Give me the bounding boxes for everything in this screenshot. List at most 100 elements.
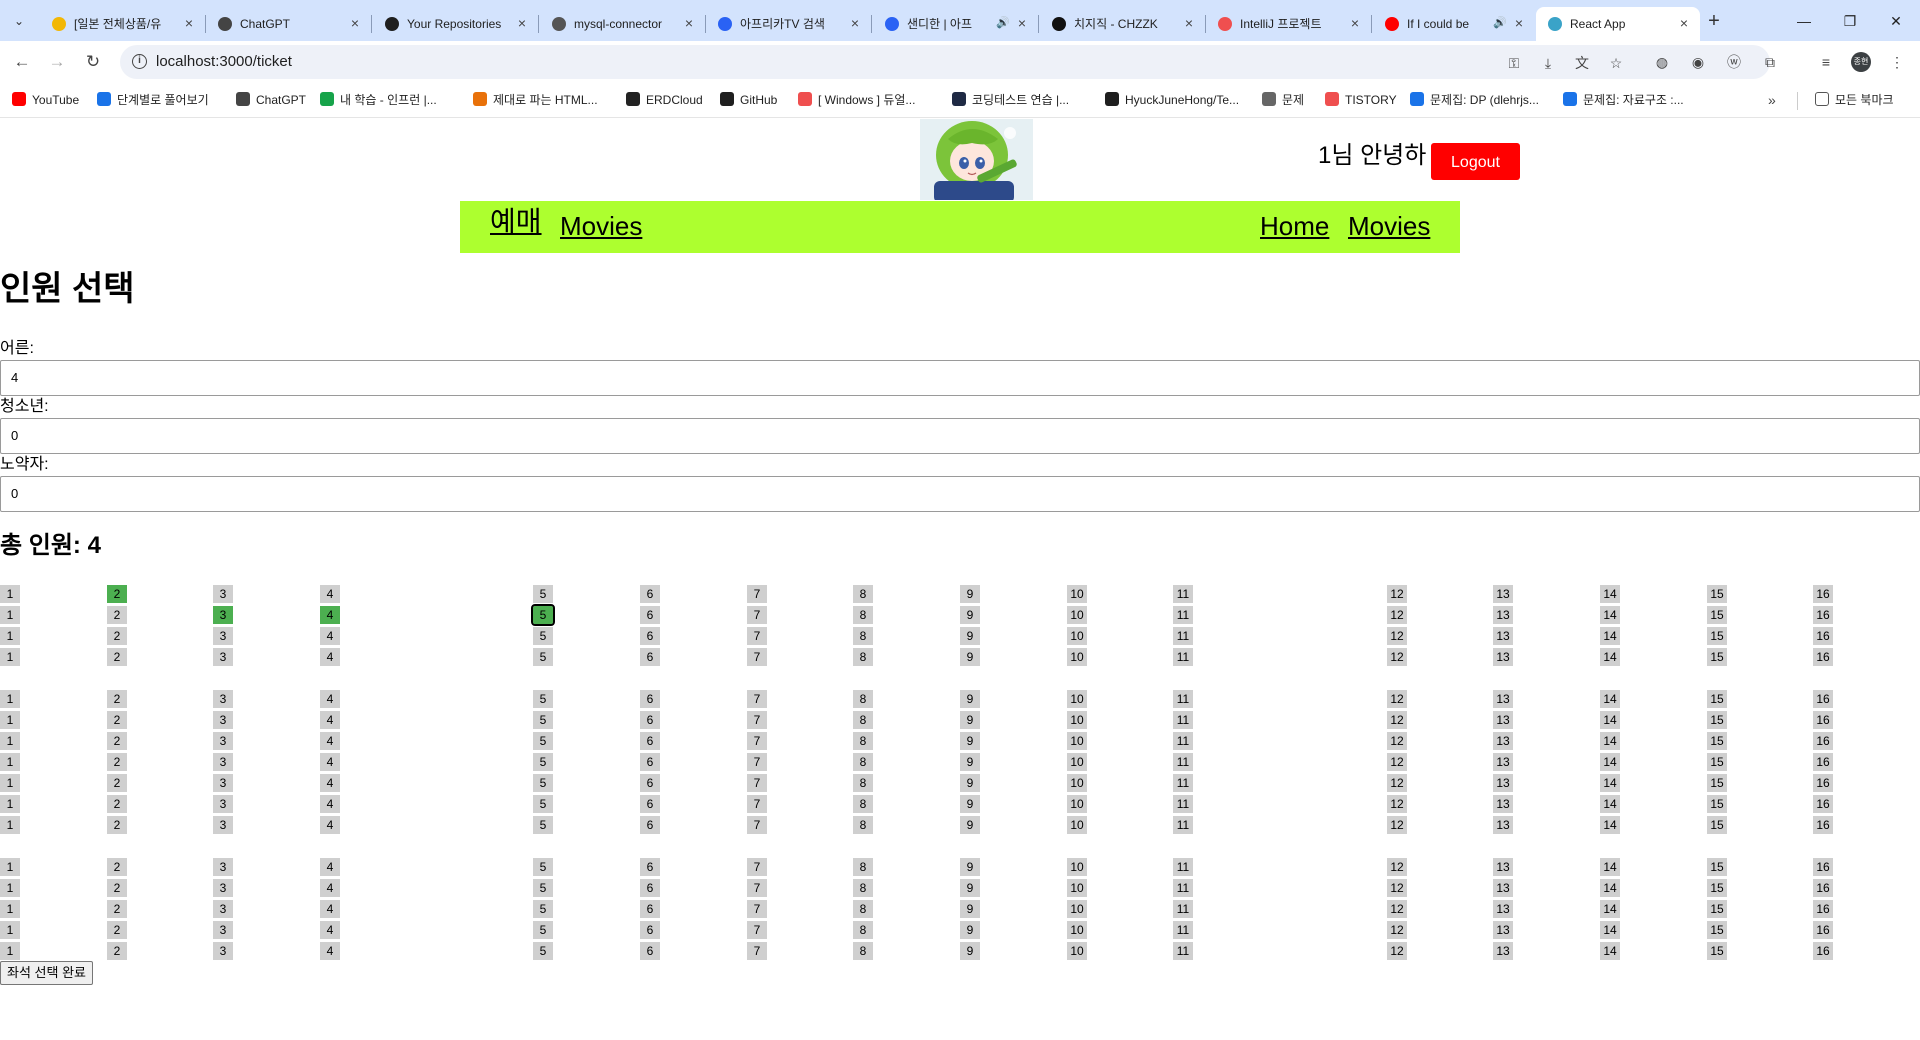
seat-button[interactable]: 2 bbox=[107, 711, 127, 729]
seat-button[interactable]: 14 bbox=[1600, 732, 1620, 750]
seat-button[interactable]: 12 bbox=[1387, 900, 1407, 918]
seat-button[interactable]: 16 bbox=[1813, 732, 1833, 750]
seat-button[interactable]: 5 bbox=[533, 648, 553, 666]
seat-button[interactable]: 2 bbox=[107, 858, 127, 876]
seat-button[interactable]: 1 bbox=[0, 795, 20, 813]
seat-button[interactable]: 15 bbox=[1707, 858, 1727, 876]
minimize-button[interactable]: — bbox=[1781, 8, 1827, 34]
seat-button[interactable]: 5 bbox=[531, 604, 555, 626]
seat-button[interactable]: 10 bbox=[1067, 921, 1087, 939]
seat-button[interactable]: 3 bbox=[213, 627, 233, 645]
bookmark-item[interactable]: 문제집: 자료구조 :... bbox=[1563, 90, 1684, 110]
seat-button[interactable]: 11 bbox=[1173, 648, 1193, 666]
seat-button[interactable]: 4 bbox=[320, 879, 340, 897]
seat-button[interactable]: 12 bbox=[1387, 606, 1407, 624]
forward-button[interactable]: → bbox=[44, 49, 70, 75]
seat-button[interactable]: 12 bbox=[1387, 711, 1407, 729]
seat-button[interactable]: 1 bbox=[0, 753, 20, 771]
globe-extension-icon[interactable]: ◍ bbox=[1652, 52, 1672, 72]
seat-button[interactable]: 3 bbox=[213, 690, 233, 708]
seat-button[interactable]: 15 bbox=[1707, 606, 1727, 624]
seat-button[interactable]: 10 bbox=[1067, 858, 1087, 876]
seat-button[interactable]: 6 bbox=[640, 900, 660, 918]
seat-button[interactable]: 4 bbox=[320, 942, 340, 960]
tab-close-icon[interactable]: × bbox=[681, 15, 697, 31]
seat-button[interactable]: 5 bbox=[533, 753, 553, 771]
seat-button[interactable]: 15 bbox=[1707, 774, 1727, 792]
seat-button[interactable]: 11 bbox=[1173, 753, 1193, 771]
seat-button[interactable]: 11 bbox=[1173, 690, 1193, 708]
browser-tab[interactable]: ChatGPT × bbox=[206, 7, 371, 41]
seat-button[interactable]: 12 bbox=[1387, 774, 1407, 792]
seat-button[interactable]: 15 bbox=[1707, 711, 1727, 729]
seat-button[interactable]: 9 bbox=[960, 753, 980, 771]
seat-button[interactable]: 9 bbox=[960, 795, 980, 813]
seat-button[interactable]: 7 bbox=[747, 816, 767, 834]
seat-button[interactable]: 12 bbox=[1387, 816, 1407, 834]
tab-close-icon[interactable]: × bbox=[847, 15, 863, 31]
seat-button[interactable]: 16 bbox=[1813, 816, 1833, 834]
tab-close-icon[interactable]: × bbox=[1181, 15, 1197, 31]
seat-button[interactable]: 7 bbox=[747, 585, 767, 603]
seat-button[interactable]: 14 bbox=[1600, 753, 1620, 771]
seat-button[interactable]: 15 bbox=[1707, 816, 1727, 834]
seat-button[interactable]: 12 bbox=[1387, 648, 1407, 666]
seat-button[interactable]: 13 bbox=[1493, 732, 1513, 750]
seat-button[interactable]: 1 bbox=[0, 879, 20, 897]
browser-tab[interactable]: IntelliJ 프로젝트 × bbox=[1206, 7, 1371, 41]
browser-tab[interactable]: React App × bbox=[1536, 7, 1700, 41]
seat-button[interactable]: 9 bbox=[960, 921, 980, 939]
seat-button[interactable]: 4 bbox=[320, 900, 340, 918]
seat-button[interactable]: 5 bbox=[533, 900, 553, 918]
seat-button[interactable]: 15 bbox=[1707, 921, 1727, 939]
seat-button[interactable]: 8 bbox=[853, 648, 873, 666]
seat-button[interactable]: 15 bbox=[1707, 900, 1727, 918]
seat-button[interactable]: 9 bbox=[960, 879, 980, 897]
seat-button[interactable]: 9 bbox=[960, 627, 980, 645]
browser-tab[interactable]: [일본 전체상품/유 × bbox=[40, 7, 205, 41]
seat-button[interactable]: 13 bbox=[1493, 858, 1513, 876]
browser-tab[interactable]: mysql-connector × bbox=[540, 7, 705, 41]
seat-button[interactable]: 11 bbox=[1173, 627, 1193, 645]
seat-button[interactable]: 16 bbox=[1813, 774, 1833, 792]
seat-button[interactable]: 12 bbox=[1387, 879, 1407, 897]
seat-button[interactable]: 1 bbox=[0, 816, 20, 834]
seat-button[interactable]: 8 bbox=[853, 816, 873, 834]
nav-link-movies-right[interactable]: Movies bbox=[1348, 209, 1430, 243]
seat-button[interactable]: 3 bbox=[213, 879, 233, 897]
seat-button[interactable]: 16 bbox=[1813, 606, 1833, 624]
seat-button[interactable]: 2 bbox=[107, 648, 127, 666]
seat-button[interactable]: 13 bbox=[1493, 795, 1513, 813]
seat-button[interactable]: 3 bbox=[213, 774, 233, 792]
seat-button[interactable]: 2 bbox=[107, 627, 127, 645]
seat-button[interactable]: 14 bbox=[1600, 585, 1620, 603]
seat-button[interactable]: 3 bbox=[213, 648, 233, 666]
seat-button[interactable]: 4 bbox=[320, 690, 340, 708]
seat-button[interactable]: 15 bbox=[1707, 942, 1727, 960]
seat-button[interactable]: 5 bbox=[533, 690, 553, 708]
more-bookmarks-chevron-icon[interactable]: » bbox=[1768, 90, 1776, 110]
seat-button[interactable]: 16 bbox=[1813, 690, 1833, 708]
seat-button[interactable]: 16 bbox=[1813, 879, 1833, 897]
seat-button[interactable]: 13 bbox=[1493, 774, 1513, 792]
seat-button[interactable]: 3 bbox=[213, 900, 233, 918]
seat-button[interactable]: 1 bbox=[0, 648, 20, 666]
seat-button[interactable]: 6 bbox=[640, 816, 660, 834]
seat-button[interactable]: 10 bbox=[1067, 816, 1087, 834]
tab-close-icon[interactable]: × bbox=[181, 15, 197, 31]
seat-button[interactable]: 6 bbox=[640, 711, 660, 729]
seat-button[interactable]: 4 bbox=[320, 648, 340, 666]
seat-button[interactable]: 4 bbox=[320, 816, 340, 834]
seat-button[interactable]: 6 bbox=[640, 774, 660, 792]
seat-button[interactable]: 3 bbox=[213, 732, 233, 750]
seat-button[interactable]: 1 bbox=[0, 900, 20, 918]
seat-button[interactable]: 2 bbox=[107, 585, 127, 603]
seat-button[interactable]: 10 bbox=[1067, 900, 1087, 918]
seat-button[interactable]: 1 bbox=[0, 774, 20, 792]
seat-button[interactable]: 2 bbox=[107, 606, 127, 624]
seat-button[interactable]: 6 bbox=[640, 627, 660, 645]
browser-tab[interactable]: If I could be 🔊 × bbox=[1373, 7, 1535, 41]
seat-button[interactable]: 5 bbox=[533, 858, 553, 876]
media-control-icon[interactable]: ≡ bbox=[1816, 52, 1836, 72]
seat-button[interactable]: 1 bbox=[0, 585, 20, 603]
